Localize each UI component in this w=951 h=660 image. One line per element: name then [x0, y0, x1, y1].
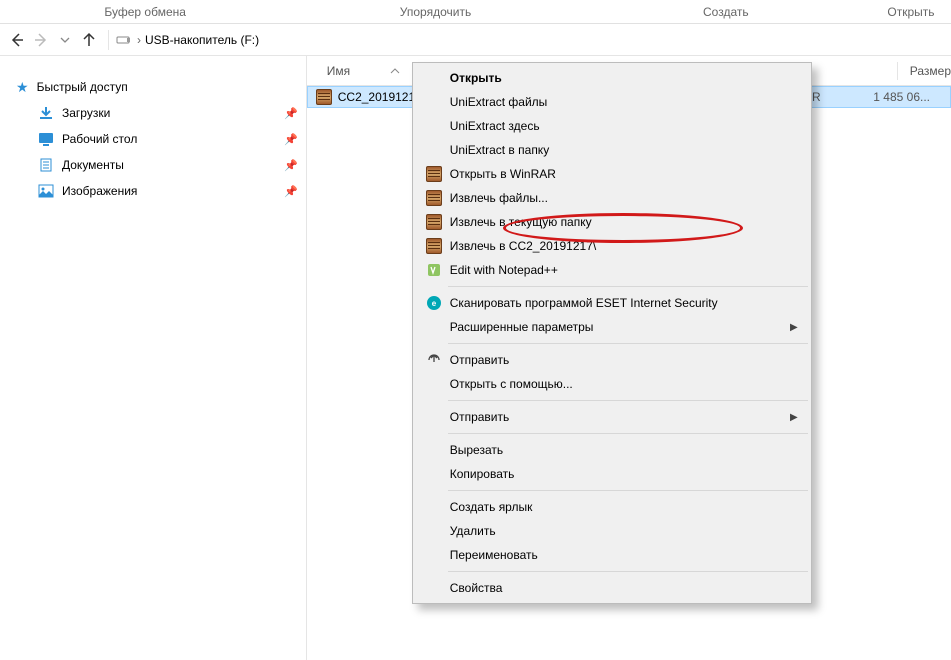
submenu-arrow-icon: ▶ — [790, 412, 798, 423]
menu-extract-here[interactable]: Извлечь в текущую папку — [416, 210, 808, 234]
menu-properties[interactable]: Свойства — [416, 576, 808, 600]
pictures-icon — [38, 184, 54, 198]
sidebar-item-downloads[interactable]: Загрузки 📌 — [16, 100, 298, 126]
ribbon-tab-open[interactable]: Открыть — [871, 5, 951, 19]
menu-copy[interactable]: Копировать — [416, 462, 808, 486]
rar-file-icon — [316, 89, 332, 105]
chevron-right-icon: › — [137, 33, 141, 47]
sidebar-item-desktop[interactable]: Рабочий стол 📌 — [16, 126, 298, 152]
quick-access[interactable]: ★ Быстрый доступ — [16, 74, 298, 100]
menu-extract-files[interactable]: Извлечь файлы... — [416, 186, 808, 210]
back-button[interactable] — [6, 29, 28, 51]
documents-icon — [38, 158, 54, 172]
column-size[interactable]: Размер — [910, 64, 951, 78]
breadcrumb-location[interactable]: USB-накопитель (F:) — [145, 33, 259, 47]
breadcrumb[interactable]: › USB-накопитель (F:) — [137, 33, 259, 47]
share-icon — [426, 352, 442, 368]
up-button[interactable] — [78, 29, 100, 51]
ribbon-tab-new[interactable]: Создать — [581, 5, 871, 19]
menu-open-winrar[interactable]: Открыть в WinRAR — [416, 162, 808, 186]
menu-open-with[interactable]: Открыть с помощью... — [416, 372, 808, 396]
winrar-icon — [426, 238, 442, 254]
content-pane: Имя Дата изменения Тип Размер CC2_201912… — [307, 56, 951, 660]
menu-uniextract-files[interactable]: UniExtract файлы — [416, 90, 808, 114]
menu-edit-notepadpp[interactable]: Edit with Notepad++ — [416, 258, 808, 282]
sidebar-item-pictures[interactable]: Изображения 📌 — [16, 178, 298, 204]
pin-icon: 📌 — [284, 107, 298, 120]
ribbon-tab-clipboard[interactable]: Буфер обмена — [0, 5, 290, 19]
star-icon: ★ — [16, 79, 29, 96]
menu-delete[interactable]: Удалить — [416, 519, 808, 543]
menu-cut[interactable]: Вырезать — [416, 438, 808, 462]
menu-uniextract-here[interactable]: UniExtract здесь — [416, 114, 808, 138]
pin-icon: 📌 — [284, 159, 298, 172]
winrar-icon — [426, 166, 442, 182]
nav-bar: › USB-накопитель (F:) — [0, 24, 951, 56]
menu-create-shortcut[interactable]: Создать ярлык — [416, 495, 808, 519]
navigation-pane: ★ Быстрый доступ Загрузки 📌 Рабочий стол… — [0, 56, 307, 660]
recent-dropdown-icon[interactable] — [54, 29, 76, 51]
winrar-icon — [426, 214, 442, 230]
desktop-icon — [38, 132, 54, 146]
context-menu: Открыть UniExtract файлы UniExtract здес… — [412, 62, 812, 604]
eset-icon: e — [426, 295, 442, 311]
menu-rename[interactable]: Переименовать — [416, 543, 808, 567]
downloads-icon — [38, 106, 54, 120]
sidebar-item-documents[interactable]: Документы 📌 — [16, 152, 298, 178]
menu-open[interactable]: Открыть — [416, 66, 808, 90]
file-size: 1 485 06... — [868, 90, 950, 104]
menu-extract-to[interactable]: Извлечь в CC2_20191217\ — [416, 234, 808, 258]
usb-drive-icon — [115, 32, 131, 48]
svg-text:e: e — [432, 299, 437, 308]
menu-send-to[interactable]: Отправить▶ — [416, 405, 808, 429]
forward-button — [30, 29, 52, 51]
pin-icon: 📌 — [284, 133, 298, 146]
menu-uniextract-folder[interactable]: UniExtract в папку — [416, 138, 808, 162]
ribbon-tabs: Буфер обмена Упорядочить Создать Открыть — [0, 0, 951, 24]
menu-share[interactable]: Отправить — [416, 348, 808, 372]
pin-icon: 📌 — [284, 185, 298, 198]
sort-ascending-icon — [390, 68, 400, 74]
menu-advanced[interactable]: Расширенные параметры▶ — [416, 315, 808, 339]
submenu-arrow-icon: ▶ — [790, 322, 798, 333]
winrar-icon — [426, 190, 442, 206]
menu-scan-eset[interactable]: e Сканировать программой ESET Internet S… — [416, 291, 808, 315]
ribbon-tab-organize[interactable]: Упорядочить — [290, 5, 580, 19]
notepadpp-icon — [426, 262, 442, 278]
